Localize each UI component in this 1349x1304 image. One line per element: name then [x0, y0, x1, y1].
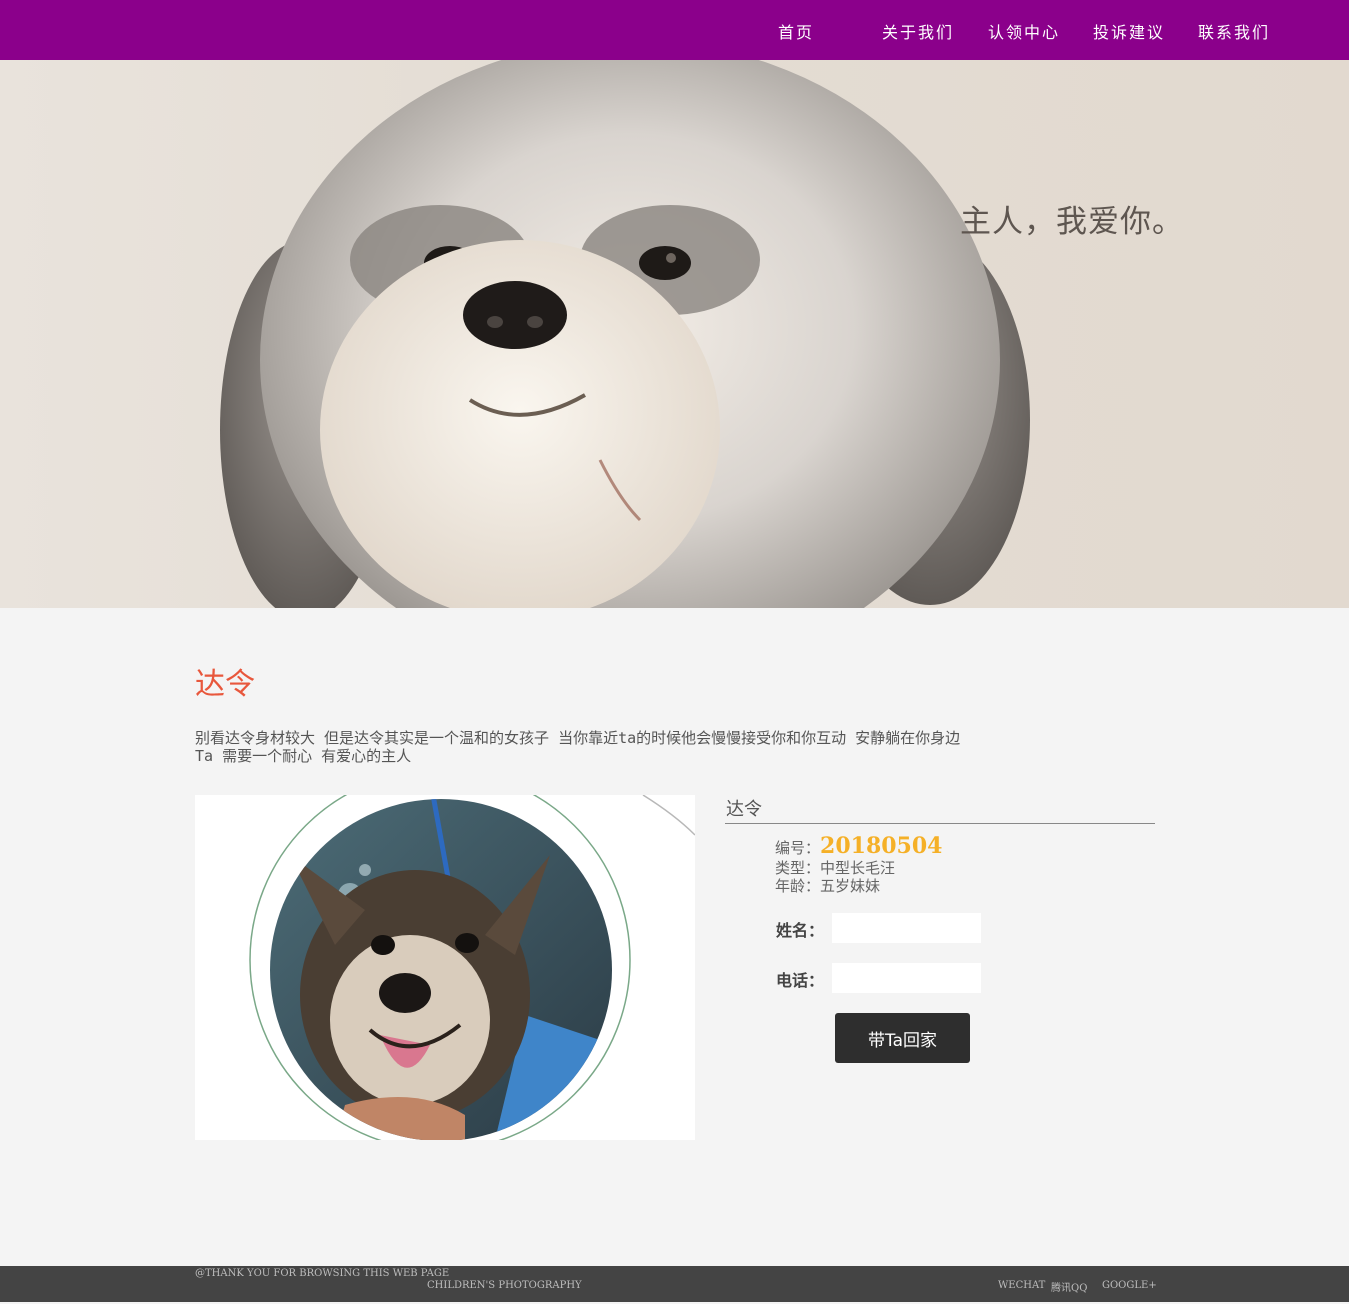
nav-feedback-link[interactable]: 投诉建议	[1093, 19, 1165, 43]
name-input[interactable]	[832, 913, 981, 943]
footer-thanks-text: @THANK YOU FOR BROWSING THIS WEB PAGE	[195, 1268, 450, 1279]
nav-home-link[interactable]: 首页	[778, 19, 814, 43]
footer-link-qq[interactable]: 腾讯QQ	[1051, 1279, 1087, 1294]
hero-banner: 主人，我爱你。	[0, 60, 1349, 608]
phone-field-label: 电话：	[776, 971, 825, 990]
nav-contact-link[interactable]: 联系我们	[1198, 19, 1270, 43]
phone-input[interactable]	[832, 963, 981, 993]
name-field-label: 姓名：	[776, 921, 825, 940]
top-nav-bar: 首页 关于我们 认领中心 投诉建议 联系我们	[0, 0, 1349, 60]
pet-description-line: 别看达令身材较大 但是达令其实是一个温和的女孩子 当你靠近ta的时候他会慢慢接受…	[195, 729, 961, 747]
info-id-value: 20180504	[820, 833, 943, 859]
pet-description: 别看达令身材较大 但是达令其实是一个温和的女孩子 当你靠近ta的时候他会慢慢接受…	[195, 729, 1035, 765]
pet-photo-frame	[195, 795, 695, 1140]
info-age-label: 年龄：	[775, 877, 821, 895]
info-id-row: 编号：20180504	[775, 833, 942, 859]
hero-caption: 主人，我爱你。	[960, 204, 1184, 240]
footer-brand-text: CHILDREN'S PHOTOGRAPHY	[427, 1280, 582, 1291]
info-title: 达令	[726, 799, 762, 820]
pet-photo	[249, 795, 695, 1140]
info-age-row: 年龄：五岁妹妹	[775, 875, 880, 896]
info-age-value: 五岁妹妹	[820, 877, 881, 895]
take-home-button[interactable]: 带Ta回家	[835, 1013, 970, 1063]
info-divider	[725, 823, 1155, 824]
pet-description-line: Ta 需要一个耐心 有爱心的主人	[195, 747, 412, 765]
footer-link-google[interactable]: GOOGLE+	[1102, 1280, 1157, 1291]
footer-link-wechat[interactable]: WECHAT	[998, 1280, 1045, 1291]
pet-name-heading: 达令	[195, 667, 255, 702]
nav-about-link[interactable]: 关于我们	[882, 19, 954, 43]
footer-bar: @THANK YOU FOR BROWSING THIS WEB PAGE CH…	[0, 1266, 1349, 1302]
hero-dog-image	[220, 60, 1030, 608]
nav-adoption-center-link[interactable]: 认领中心	[988, 19, 1060, 43]
info-id-label: 编号：	[775, 839, 821, 857]
